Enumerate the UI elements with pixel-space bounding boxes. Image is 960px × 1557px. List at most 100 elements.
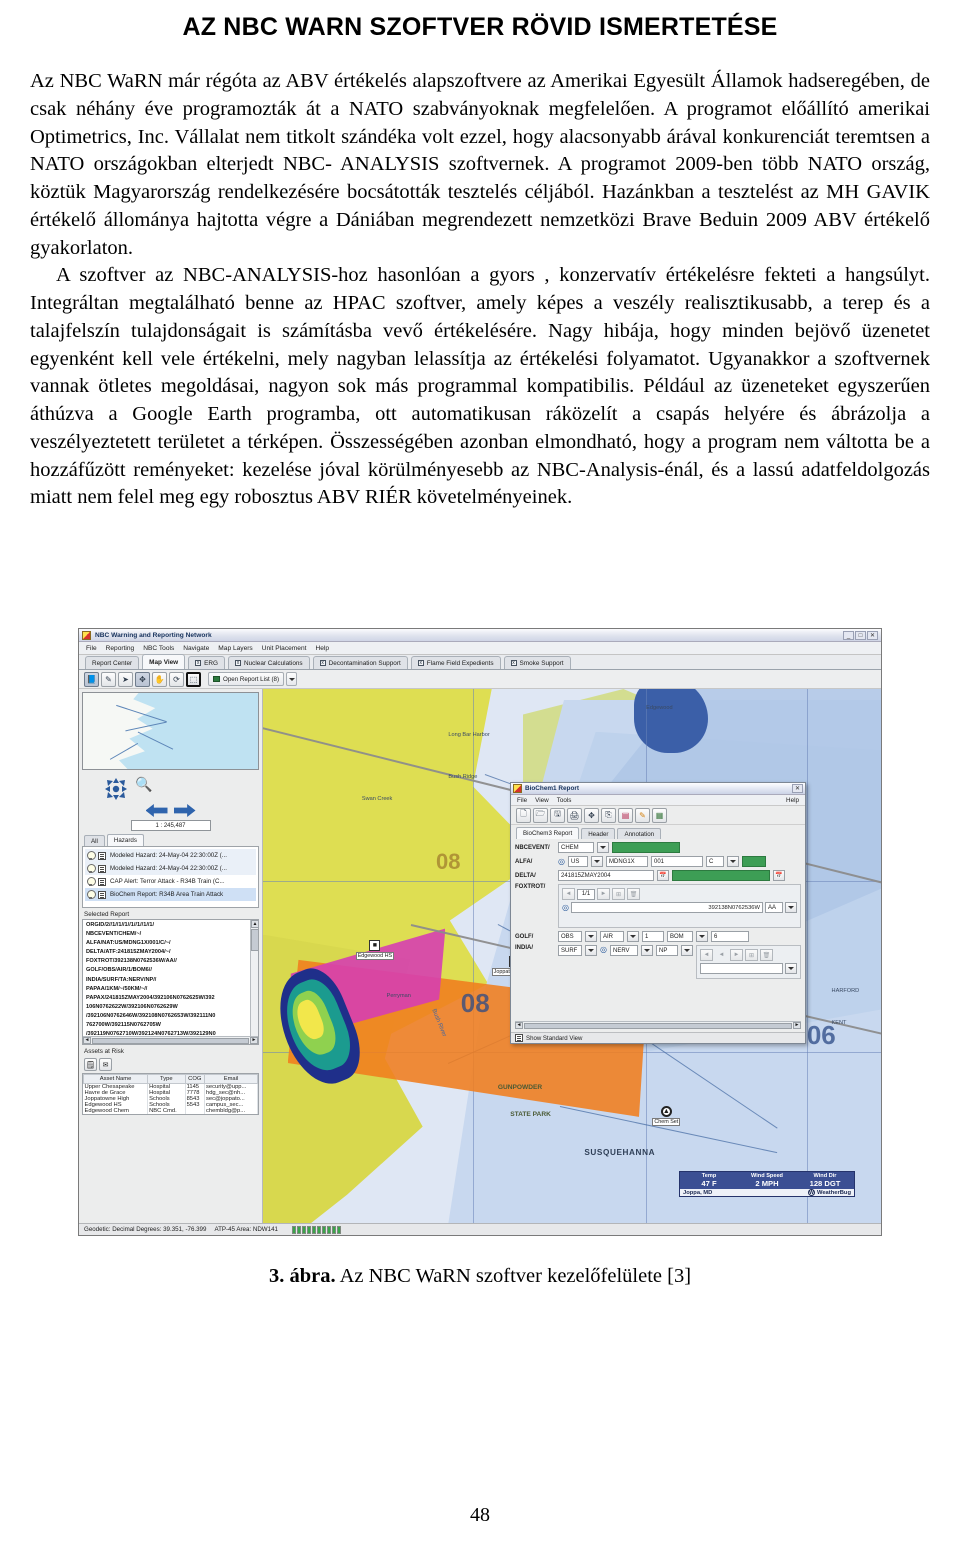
india-locate-icon[interactable]: ◎ bbox=[600, 945, 607, 954]
menu-navigate[interactable]: Navigate bbox=[183, 645, 209, 652]
window-controls[interactable]: _ □ ✕ bbox=[843, 630, 878, 640]
scroll-left-icon[interactable]: ◄ bbox=[83, 1037, 91, 1044]
report-vertical-scrollbar[interactable]: ▲ bbox=[250, 920, 258, 1036]
alfa-unit-input[interactable]: MDNG1X bbox=[605, 856, 648, 867]
book-icon[interactable]: 📘 bbox=[84, 671, 99, 687]
golf-quantity-input[interactable]: 6 bbox=[711, 931, 749, 942]
alfa-code-dropdown[interactable] bbox=[726, 856, 739, 867]
nbcevent-select[interactable]: CHEM bbox=[558, 842, 594, 853]
calendar-icon-2[interactable]: 📅 bbox=[773, 870, 785, 881]
list-item[interactable]: BioChem Report: R34B Area Train Attack bbox=[85, 888, 256, 901]
prev-item-icon[interactable]: ◄ bbox=[699, 949, 713, 961]
india-agent-dropdown[interactable] bbox=[640, 945, 653, 956]
tab-nuclear-calculations[interactable]: x Nuclear Calculations bbox=[228, 656, 310, 669]
subtab-all[interactable]: All bbox=[84, 835, 105, 846]
tab-map-view[interactable]: Map View bbox=[142, 654, 186, 669]
grid-icon[interactable]: ▦ bbox=[652, 807, 667, 823]
overview-minimap[interactable] bbox=[82, 692, 259, 770]
hazard-list[interactable]: Modeled Hazard: 24-May-04 22:30:00Z (...… bbox=[82, 846, 259, 908]
india-extra-input[interactable] bbox=[699, 963, 783, 974]
subtab-hazards[interactable]: Hazards bbox=[106, 834, 144, 846]
open-report-list-button[interactable]: Open Report List (8) bbox=[208, 672, 285, 686]
india-persistence-dropdown[interactable] bbox=[680, 945, 693, 956]
dialog-close-icon[interactable]: ✕ bbox=[792, 784, 803, 793]
india-surface-dropdown[interactable] bbox=[585, 945, 597, 956]
scroll-right-icon[interactable]: ► bbox=[250, 1037, 258, 1044]
map-navigation-controls[interactable]: 🔍 bbox=[82, 773, 259, 803]
dialog-tab-biochem3-report[interactable]: BioChem3 Report bbox=[516, 827, 580, 839]
maximize-icon[interactable]: □ bbox=[855, 630, 866, 640]
scroll-up-icon[interactable]: ▲ bbox=[251, 920, 258, 928]
assets-toolbar[interactable]: 🗒 ✉ bbox=[82, 1056, 259, 1073]
table-row[interactable]: Edgewood Chem NBC Cmd. chembldg@p... bbox=[83, 1108, 258, 1114]
dialog-menu-view[interactable]: View bbox=[535, 797, 549, 804]
alfa-nation-dropdown[interactable] bbox=[590, 856, 603, 867]
export-assets-icon[interactable]: 🗒 bbox=[84, 1058, 97, 1071]
golf-count-input[interactable]: 1 bbox=[642, 931, 664, 942]
dialog-tabstrip[interactable]: BioChem3 Report Header Annotation bbox=[511, 825, 805, 839]
india-agent-select[interactable]: NERV bbox=[609, 945, 638, 956]
chem-sensor-marker[interactable]: ▲ Chem Set bbox=[652, 1105, 681, 1126]
foxtrot-locate-icon[interactable]: ◎ bbox=[562, 903, 569, 912]
hazard-subtabs[interactable]: All Hazards bbox=[82, 834, 259, 846]
menu-map-layers[interactable]: Map Layers bbox=[218, 645, 252, 652]
move-icon[interactable]: ✥ bbox=[135, 671, 150, 687]
golf-delivery-select[interactable]: AIR bbox=[600, 931, 624, 942]
scroll-left-icon[interactable]: ◄ bbox=[515, 1022, 523, 1029]
save-icon[interactable]: 🖫 bbox=[550, 807, 565, 823]
dialog-tab-annotation[interactable]: Annotation bbox=[617, 828, 662, 839]
tab-smoke-support[interactable]: x Smoke Support bbox=[503, 656, 571, 669]
list-item[interactable]: CAP Alert: Terror Attack - R34B Train (C… bbox=[85, 875, 256, 888]
back-arrow-icon[interactable] bbox=[145, 804, 168, 817]
selected-report-textarea[interactable]: ORGID/2//1//1//1//1//1//1//1/ NBCEVENT/C… bbox=[82, 919, 259, 1045]
delete-point-icon[interactable]: 🗑 bbox=[627, 888, 640, 900]
tab-flame-field-expedients[interactable]: x Flame Field Expedients bbox=[410, 656, 501, 669]
delete-item-icon[interactable]: 🗑 bbox=[759, 949, 773, 961]
scroll-right-icon[interactable]: ► bbox=[793, 1022, 801, 1029]
india-extra-dropdown[interactable] bbox=[785, 963, 797, 974]
map-scale-field[interactable]: 1 : 245,487 bbox=[130, 820, 211, 831]
foxtrot-nav-row[interactable]: ◄ 1/1 ► ⊞ 🗑 bbox=[562, 888, 797, 900]
print-icon[interactable]: 🖨 bbox=[567, 807, 582, 823]
prev-page-icon[interactable]: ◄ bbox=[562, 888, 575, 900]
scroll-thumb[interactable] bbox=[92, 1037, 249, 1044]
golf-type-select[interactable]: BOM bbox=[667, 931, 693, 942]
dialog-tab-header[interactable]: Header bbox=[581, 828, 616, 839]
dialog-menu-help[interactable]: Help bbox=[786, 797, 805, 804]
tab-report-center[interactable]: Report Center bbox=[85, 656, 140, 669]
foxtrot-accuracy-select[interactable]: AA bbox=[765, 902, 783, 913]
main-toolbar[interactable]: 📘 ✎ ➤ ✥ ✋ ⟳ ⬚ Open Report List (8) bbox=[79, 670, 881, 689]
close-icon[interactable]: ✕ bbox=[867, 630, 878, 640]
cursor-arrow-icon[interactable]: ➤ bbox=[118, 671, 133, 687]
golf-obs-dropdown[interactable] bbox=[585, 931, 597, 942]
main-tabstrip[interactable]: Report Center Map View x ERG x Nuclear C… bbox=[79, 654, 881, 670]
dialog-menu-file[interactable]: File bbox=[517, 797, 527, 804]
notify-assets-icon[interactable]: ✉ bbox=[99, 1058, 112, 1071]
tab-erg[interactable]: x ERG bbox=[188, 656, 226, 669]
alfa-code-select[interactable]: C bbox=[705, 856, 724, 867]
add-point-icon[interactable]: ⊞ bbox=[612, 888, 625, 900]
golf-obs-select[interactable]: OBS bbox=[558, 931, 582, 942]
menu-nbc-tools[interactable]: NBC Tools bbox=[143, 645, 174, 652]
dialog-menu-tools[interactable]: Tools bbox=[557, 797, 572, 804]
scroll-thumb[interactable] bbox=[524, 1022, 792, 1029]
forward-arrow-icon[interactable] bbox=[173, 804, 196, 817]
copy-icon[interactable]: ⎘ bbox=[601, 807, 616, 823]
move-icon[interactable]: ✥ bbox=[584, 807, 599, 823]
main-menubar[interactable]: File Reporting NBC Tools Navigate Map La… bbox=[79, 642, 881, 655]
tab-decontamination-support[interactable]: x Decontamination Support bbox=[312, 656, 408, 669]
alfa-number-input[interactable]: 001 bbox=[650, 856, 703, 867]
school-marker-3[interactable]: ■ Edgewood HS bbox=[355, 939, 395, 960]
india-persistence-select[interactable]: NP bbox=[655, 945, 678, 956]
menu-help[interactable]: Help bbox=[315, 645, 329, 652]
biochem-report-dialog[interactable]: BioChem1 Report ✕ File View Tools Help 🗋… bbox=[510, 782, 806, 1044]
menu-file[interactable]: File bbox=[86, 645, 97, 652]
hand-icon[interactable]: ✋ bbox=[152, 671, 167, 687]
weather-widget[interactable]: Temp 47 F Wind Speed 2 MPH Wind Dir 128 … bbox=[679, 1171, 855, 1197]
dialog-window-controls[interactable]: ✕ bbox=[792, 784, 803, 793]
foxtrot-coord-row[interactable]: ◎ 392138N0762536W AA bbox=[562, 902, 797, 913]
report-list-dropdown[interactable] bbox=[286, 672, 298, 686]
select-area-icon[interactable]: ⬚ bbox=[186, 671, 201, 687]
india-surface-select[interactable]: SURF bbox=[558, 945, 582, 956]
delta-status-field[interactable] bbox=[672, 870, 770, 881]
